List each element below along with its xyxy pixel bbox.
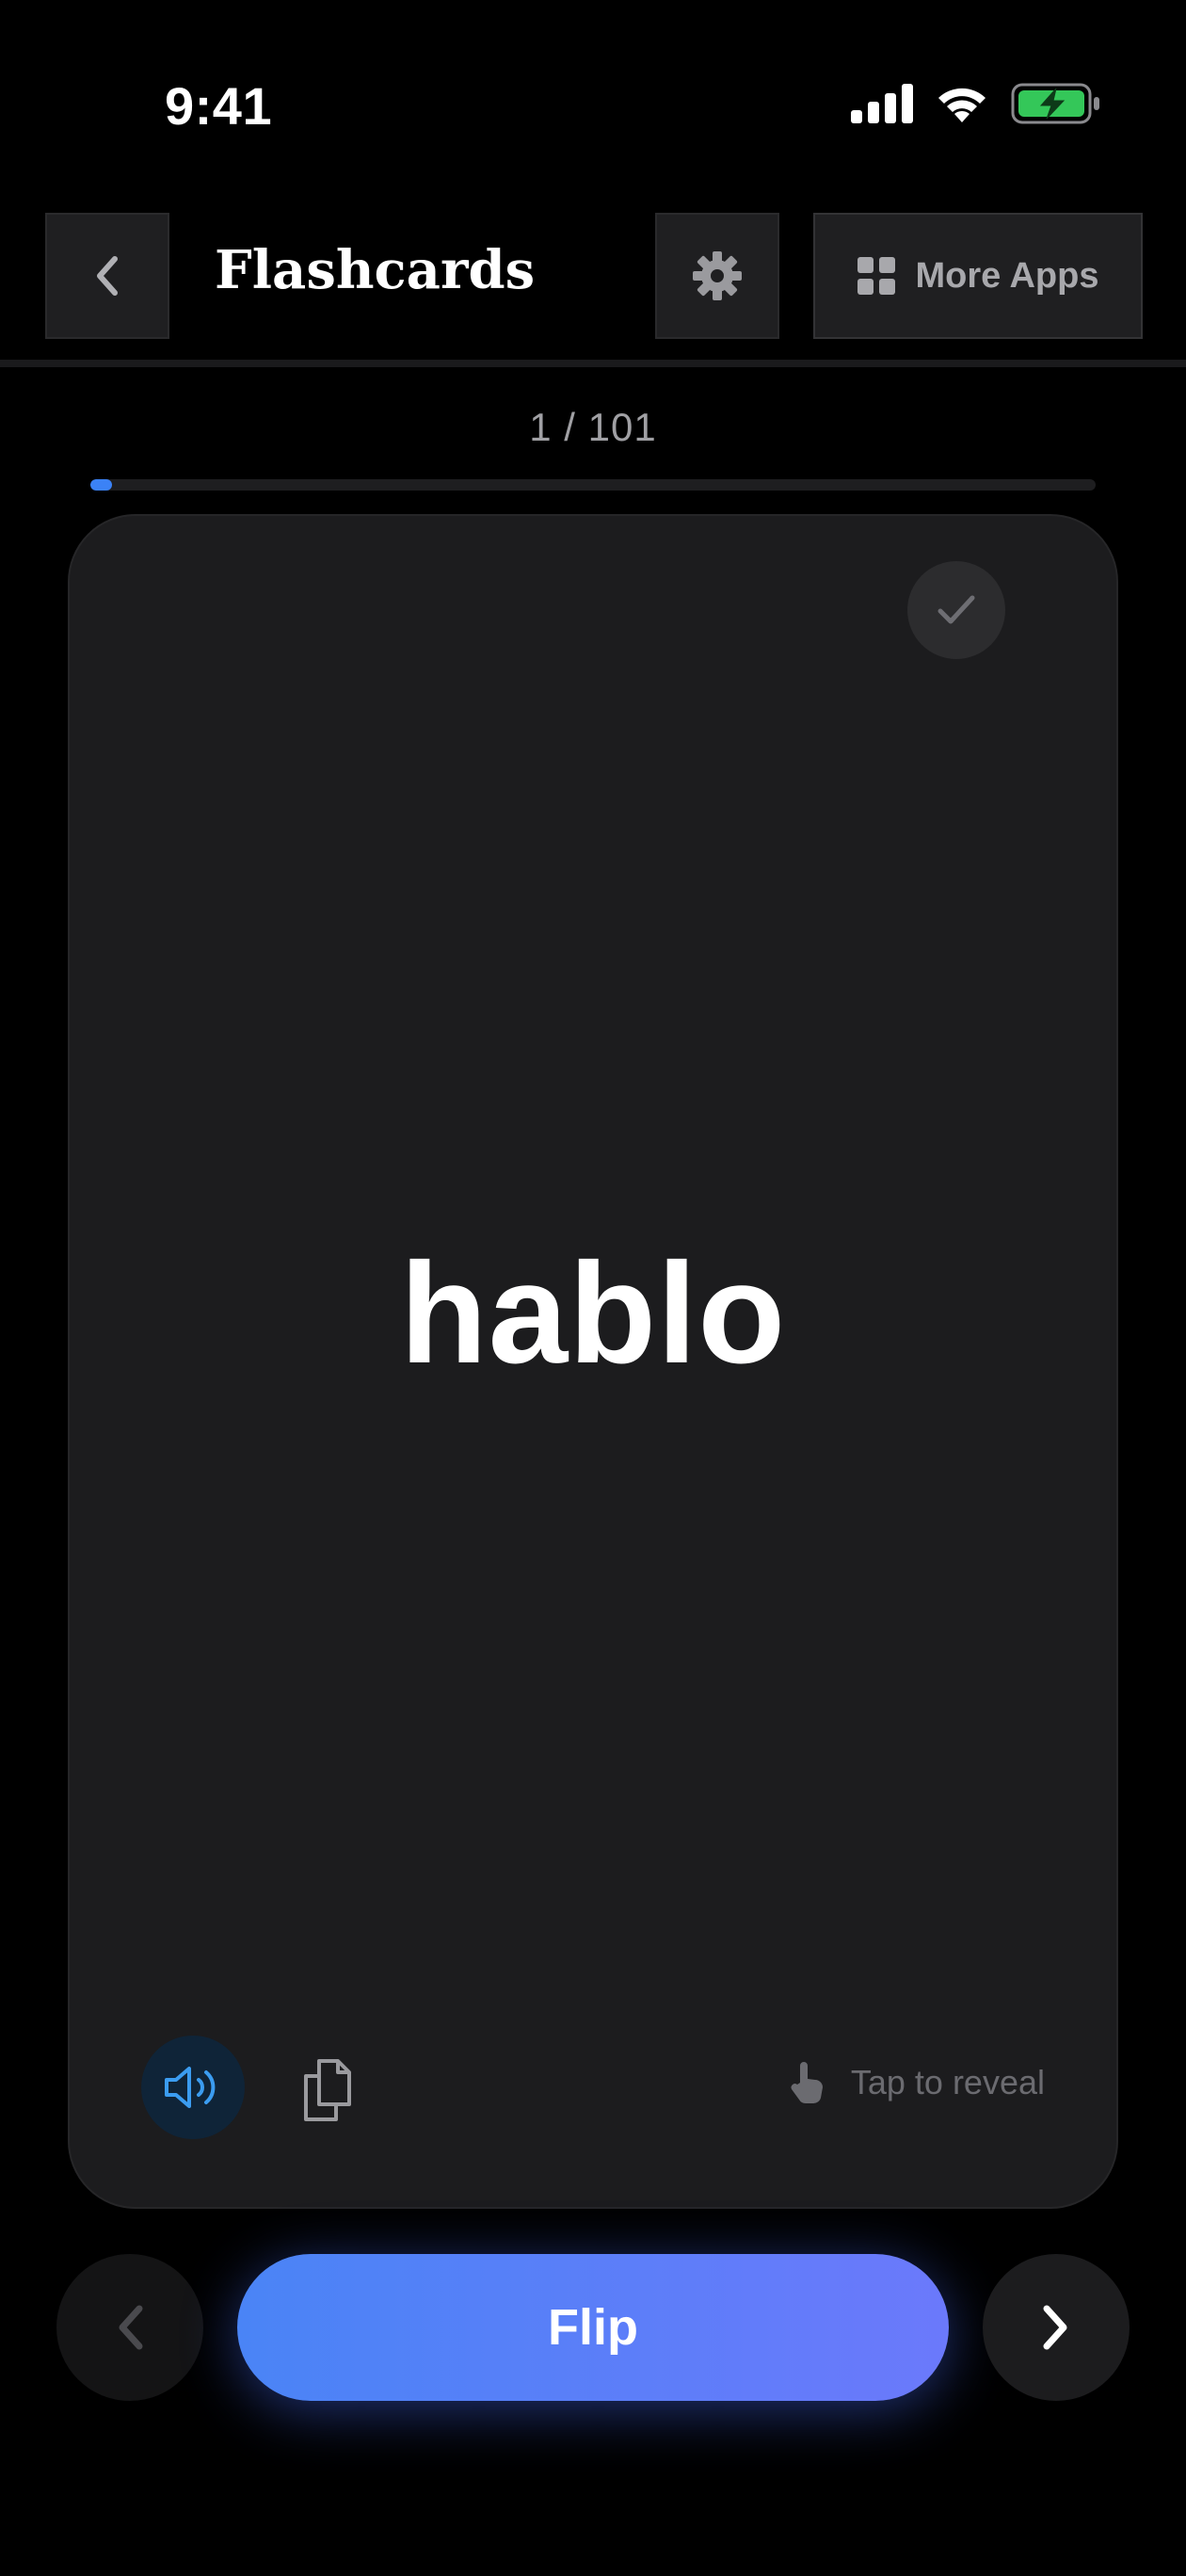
header-divider [0,360,1186,367]
header: Flashcards More Apps [0,213,1186,341]
status-icons [851,83,1101,124]
tap-hand-icon [791,2062,823,2104]
copy-icon [304,2059,351,2121]
progress-fill [90,479,113,491]
previous-card-button[interactable] [56,2254,203,2401]
flip-label: Flip [548,2299,638,2356]
progress-bar [90,479,1096,491]
status-time: 9:41 [165,76,273,136]
more-apps-label: More Apps [915,255,1099,296]
tap-to-reveal-label: Tap to reveal [850,2063,1045,2101]
chevron-left-icon [97,256,118,296]
cellular-signal-icon [851,84,913,123]
chevron-left-icon [119,2305,143,2350]
speaker-icon [165,2067,216,2108]
flashcard[interactable]: hablo Tap to reveal [68,514,1118,2209]
tap-to-reveal-hint: Tap to reveal [787,2060,1045,2105]
back-button[interactable] [45,213,169,339]
page-title: Flashcards [215,239,536,301]
progress-counter: 1 / 101 [529,405,657,449]
speak-button[interactable] [141,2036,245,2139]
more-apps-button[interactable]: More Apps [813,213,1143,339]
battery-charging-icon [1011,83,1099,124]
flip-button[interactable]: Flip [237,2254,949,2401]
checkmark-icon [938,595,975,624]
next-card-button[interactable] [983,2254,1130,2401]
grid-icon [857,257,895,295]
chevron-right-icon [1043,2305,1067,2350]
mark-known-button[interactable] [907,561,1005,659]
copy-button[interactable] [296,2054,361,2126]
settings-button[interactable] [655,213,779,339]
flashcard-word: hablo [399,1233,787,1393]
status-bar: 9:41 [0,0,1186,207]
wifi-icon [938,88,986,122]
gear-icon [693,251,742,300]
